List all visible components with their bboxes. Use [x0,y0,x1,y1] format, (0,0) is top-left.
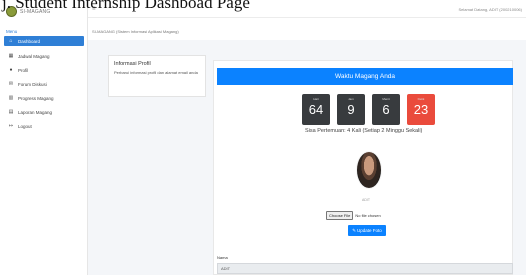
document-icon: ▤ [8,109,14,115]
calendar-icon: ▦ [8,53,14,59]
home-icon: ⌂ [9,38,13,44]
countdown-label: Jam [348,97,354,101]
sidebar-item-laporan-magang[interactable]: ▤ Laporan Magang [4,107,84,117]
figure-caption: j. Student Internship Dashboad Page [2,0,250,12]
menu-header: Menu [6,29,18,34]
countdown-label: Detik [417,97,425,101]
sidebar-item-label: Forum Diskusi [18,81,47,87]
info-card: Informasi Profil Perbarui informasi prof… [108,55,206,97]
sidebar-item-label: Laporan Magang [18,109,53,115]
sidebar-item-label: Progress Magang [18,95,54,101]
app-window: SI-MAGANG Menu ⌂ Dashboard ▦ Jadwal Maga… [0,0,526,275]
chat-icon: ✉ [8,81,14,87]
sidebar-item-forum-diskusi[interactable]: ✉ Forum Diskusi [4,79,84,89]
chart-icon: ▥ [8,95,14,101]
countdown-minutes: Menit 6 [372,94,400,125]
countdown-title: Waktu Magang Anda [217,68,513,85]
avatar [356,151,382,189]
sidebar-item-jadwal-magang[interactable]: ▦ Jadwal Magang [4,51,84,61]
name-label: Nama [217,255,228,260]
countdown-days: Hari 64 [302,94,330,125]
save-icon: ✎ [352,227,356,233]
file-upload: Choose File No file chosen [326,211,381,220]
countdown-seconds: Detik 23 [407,94,435,125]
update-photo-button[interactable]: ✎ Update Foto [348,225,386,236]
info-description: Perbarui informasi profil dan alamat ema… [114,70,198,75]
update-photo-label: Update Foto [357,228,382,233]
choose-file-button[interactable]: Choose File [326,211,354,220]
sidebar-item-label: Logout [18,123,32,129]
countdown-value: 9 [347,102,355,117]
countdown-value: 6 [382,102,390,117]
countdown-value: 23 [413,102,429,117]
sidebar-item-profil[interactable]: ● Profil [4,65,84,75]
remaining-meetings: Sisa Pertemuan: 4 Kali (Setiap 2 Minggu … [305,128,423,134]
sidebar-item-dashboard[interactable]: ⌂ Dashboard [4,36,84,46]
avatar-name: ADIT [362,198,370,202]
logout-icon: ↦ [8,123,14,129]
sidebar-item-progress-magang[interactable]: ▥ Progress Magang [4,93,84,103]
countdown-label: Menit [382,97,390,101]
countdown-hours: Jam 9 [337,94,365,125]
sidebar-item-label: Profil [18,67,29,73]
countdown-value: 64 [308,102,324,117]
sidebar-menu: ⌂ Dashboard ▦ Jadwal Magang ● Profil ✉ F… [4,36,84,135]
sidebar-item-label: Jadwal Magang [18,53,50,59]
countdown-label: Hari [313,97,319,101]
sidebar-item-label: Dashboard [18,38,41,44]
name-field[interactable]: ADIT [217,263,513,274]
info-title: Informasi Profil [114,61,151,67]
user-icon: ● [9,67,13,73]
sidebar: SI-MAGANG Menu ⌂ Dashboard ▦ Jadwal Maga… [0,0,88,275]
breadcrumb: SI-MAGANG (Sistem Informasi Aplikasi Mag… [92,29,179,34]
file-status: No file chosen [355,213,381,218]
countdown-timer: Hari 64 Jam 9 Menit 6 Detik 23 [302,94,435,125]
sidebar-item-logout[interactable]: ↦ Logout [4,121,84,131]
